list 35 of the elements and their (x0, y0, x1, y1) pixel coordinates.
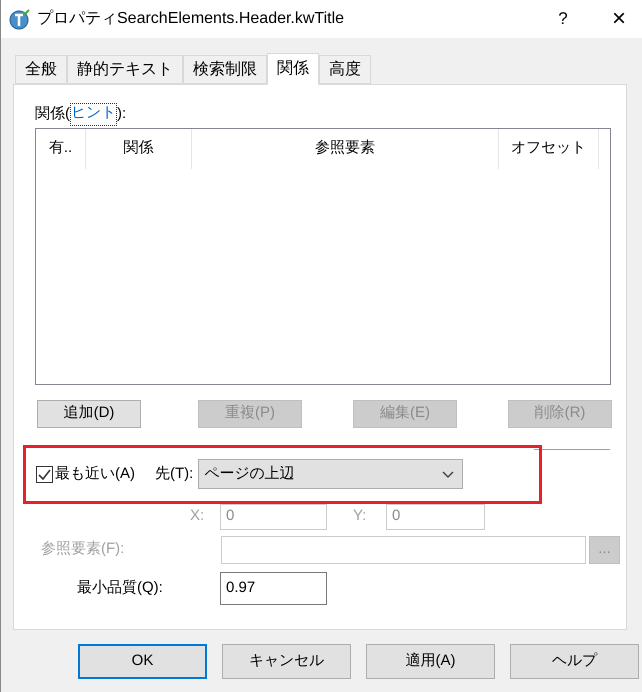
help-button[interactable]: ? (540, 0, 586, 38)
chevron-down-icon (442, 470, 454, 478)
tab[interactable]: 静的テキスト (67, 55, 183, 84)
dialog-button[interactable]: OK (78, 644, 207, 679)
tab[interactable]: 高度 (319, 55, 371, 84)
tab[interactable]: 検索制限 (183, 55, 267, 84)
min-quality-field[interactable]: 0.97 (220, 572, 327, 604)
dialog-button[interactable]: ヘルプ (510, 644, 639, 679)
nearest-checkbox[interactable] (36, 466, 53, 482)
y-label: Y: (353, 506, 368, 526)
relations-label: 関係( (35, 104, 70, 124)
hint-link[interactable]: ヒント (70, 103, 117, 126)
target-label: 先(T): (155, 464, 194, 484)
relations-label-end: ): (117, 104, 126, 124)
column-header[interactable]: 関係 (86, 128, 192, 168)
close-button[interactable]: × (596, 0, 642, 38)
column-header[interactable]: 有.. (36, 128, 86, 168)
check-icon (38, 468, 51, 480)
nearest-label[interactable]: 最も近い(A) (55, 462, 135, 486)
dialog-button[interactable]: 適用(A) (366, 644, 495, 679)
app-icon (9, 8, 31, 30)
reference-element-label: 参照要素(F): (41, 539, 126, 560)
dialog-button[interactable]: キャンセル (222, 644, 351, 679)
reference-element-field[interactable] (221, 536, 586, 564)
target-dropdown[interactable]: ページの上辺 (198, 459, 464, 489)
target-value: ページの上辺 (204, 464, 294, 484)
window-title: プロパティSearchElements.Header.kwTitle (37, 8, 344, 29)
min-quality-label: 最小品質(Q): (77, 578, 164, 598)
list-action-button[interactable]: 追加(D) (37, 400, 141, 428)
column-header[interactable]: オフセット (499, 128, 599, 168)
tab[interactable]: 関係 (267, 53, 319, 85)
tab[interactable]: 全般 (15, 55, 67, 84)
x-label: X: (190, 506, 206, 526)
relations-list[interactable]: 有.. 関係 参照要素 オフセット (35, 128, 611, 384)
column-header[interactable]: 参照要素 (192, 128, 499, 168)
